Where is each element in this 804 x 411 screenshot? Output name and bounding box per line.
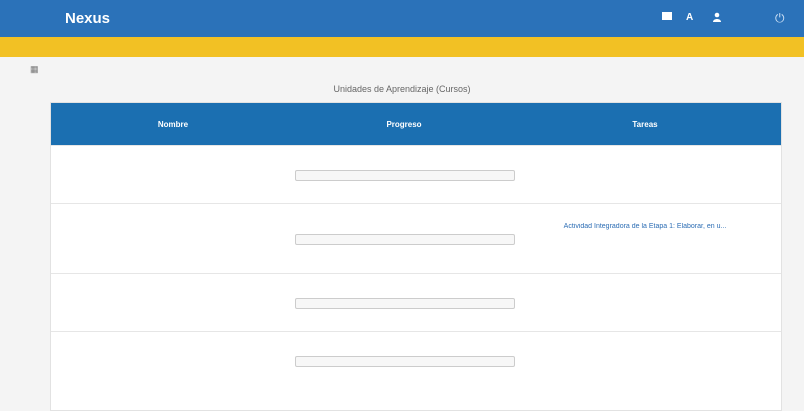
app-logo[interactable]: Nexus (65, 10, 110, 27)
task-link[interactable]: Actividad Integradora de la Etapa 1: Ela… (535, 223, 755, 230)
progress-bar (295, 298, 515, 309)
table-row (51, 145, 781, 204)
mail-icon[interactable] (662, 12, 672, 20)
column-progress-header: Progreso (386, 120, 422, 129)
top-navbar: Nexus A ⏻ (0, 0, 804, 37)
page-title: Unidades de Aprendizaje (Cursos) (333, 84, 471, 94)
grid-icon[interactable]: ▦ (30, 64, 39, 75)
courses-table: Nombre Progreso Tareas Actividad Integra… (50, 102, 782, 411)
notice-bar (0, 37, 804, 57)
language-icon[interactable]: A (686, 12, 693, 23)
column-name-header: Nombre (157, 120, 189, 129)
table-row (51, 273, 781, 332)
progress-bar (295, 356, 515, 367)
table-row (51, 331, 781, 390)
table-header: Nombre Progreso Tareas (51, 103, 781, 145)
table-row: Actividad Integradora de la Etapa 1: Ela… (51, 203, 781, 274)
power-icon[interactable]: ⏻ (775, 11, 785, 26)
progress-bar (295, 234, 515, 245)
progress-bar (295, 170, 515, 181)
column-tasks-header: Tareas (632, 120, 658, 129)
user-icon[interactable] (713, 12, 721, 22)
